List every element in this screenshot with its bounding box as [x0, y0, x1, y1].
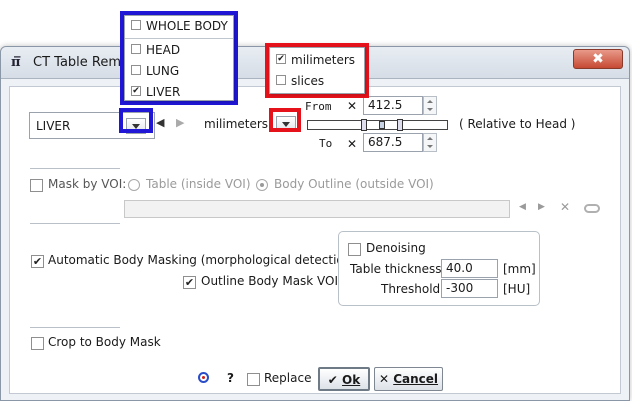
units-option-checkbox: ✔: [276, 54, 286, 64]
window-title: CT Table Rem: [33, 55, 122, 70]
units-label: milimeters: [204, 117, 269, 131]
to-label: To: [319, 137, 333, 150]
cancel-button[interactable]: ✕ Cancel: [374, 367, 443, 391]
outline-body-mask-checkbox[interactable]: ✔: [183, 276, 196, 289]
voi-previous-icon[interactable]: ◀︎: [519, 202, 526, 212]
ok-button[interactable]: ✔ Ok: [318, 367, 370, 391]
units-popup-menu: ✔ milimeters slices: [269, 47, 365, 94]
region-option-checkbox: [131, 44, 141, 54]
table-thickness-unit: [mm]: [503, 262, 536, 276]
denoising-label: Denoising: [366, 241, 426, 255]
app-icon: π̅: [11, 55, 21, 70]
auto-body-masking-checkbox[interactable]: ✔: [31, 255, 44, 268]
units-option-milimeters[interactable]: ✔ milimeters: [270, 50, 364, 71]
from-label: From: [305, 100, 332, 113]
region-option-whole-body[interactable]: WHOLE BODY: [125, 16, 233, 37]
range-slider[interactable]: [307, 119, 448, 131]
voi-link-icon[interactable]: [584, 204, 600, 213]
help-icon[interactable]: ?: [227, 371, 234, 385]
units-option-slices[interactable]: slices: [270, 71, 364, 92]
region-option-liver[interactable]: ✔ LIVER: [125, 82, 233, 103]
region-option-checkbox: [131, 65, 141, 75]
separator-3: [30, 327, 120, 328]
voi-path-field[interactable]: [124, 200, 510, 218]
crop-to-body-mask-label: Crop to Body Mask: [48, 335, 161, 349]
region-option-lung[interactable]: LUNG: [125, 61, 233, 82]
units-option-label: milimeters: [291, 53, 356, 67]
region-option-head[interactable]: HEAD: [125, 40, 233, 61]
table-inside-voi-radio[interactable]: [128, 179, 140, 191]
region-combo-value: LIVER: [36, 119, 71, 133]
from-value-field[interactable]: 412.5: [363, 96, 423, 115]
threshold-unit: [HU]: [503, 282, 531, 296]
ok-check-icon: ✔: [327, 373, 338, 387]
region-option-label: HEAD: [146, 43, 181, 57]
table-thickness-label: Table thickness: [350, 262, 442, 276]
auto-body-masking-label: Automatic Body Masking (morphological de…: [48, 253, 357, 267]
settings-target-icon[interactable]: [198, 372, 209, 383]
threshold-label: Threshold: [381, 282, 441, 296]
ct-table-removal-dialog: π̅ CT Table Rem ✖ LIVER ◀︎ ▶︎ milimeters…: [0, 46, 630, 401]
to-spinner[interactable]: [423, 133, 437, 152]
outline-body-mask-label: Outline Body Mask VOI: [201, 274, 339, 288]
cancel-x-icon: ✕: [378, 372, 390, 386]
region-option-checkbox: ✔: [131, 86, 141, 96]
region-arrow-highlight: [119, 108, 153, 133]
separator-1: [30, 168, 120, 169]
table-thickness-field[interactable]: 40.0: [441, 259, 498, 278]
clear-to-icon[interactable]: ✕: [347, 137, 357, 151]
cancel-label: Cancel: [393, 372, 439, 386]
previous-region-icon[interactable]: ◀︎: [156, 116, 164, 129]
clear-from-icon[interactable]: ✕: [347, 99, 357, 113]
mask-by-voi-label: Mask by VOI:: [48, 177, 127, 191]
region-option-checkbox: [131, 20, 141, 30]
replace-label: Replace: [264, 371, 312, 385]
from-spinner[interactable]: [423, 96, 437, 115]
mask-by-voi-checkbox[interactable]: [30, 179, 43, 192]
units-option-checkbox: [276, 75, 286, 85]
popup-divider: [125, 38, 233, 39]
ok-label: Ok: [342, 373, 361, 387]
next-region-icon[interactable]: ▶︎: [176, 116, 184, 129]
denoising-checkbox[interactable]: [348, 243, 361, 256]
body-outline-label: Body Outline (outside VOI): [274, 177, 434, 191]
table-inside-voi-label: Table (inside VOI): [146, 177, 251, 191]
region-popup-menu: WHOLE BODY HEAD LUNG ✔ LIVER: [124, 15, 234, 101]
range-slider-center-handle[interactable]: [379, 121, 385, 129]
region-option-label: LIVER: [146, 85, 181, 99]
close-window-button[interactable]: ✖: [573, 49, 623, 69]
replace-checkbox[interactable]: [247, 373, 260, 386]
separator-2: [30, 223, 120, 224]
dialog-content: LIVER ◀︎ ▶︎ milimeters From ✕ 412.5 To ✕…: [9, 86, 621, 394]
units-arrow-highlight: [269, 108, 301, 132]
units-option-label: slices: [291, 74, 325, 88]
body-outline-radio[interactable]: [256, 179, 268, 191]
to-value-field[interactable]: 687.5: [363, 133, 423, 152]
voi-clear-icon[interactable]: ✕: [560, 200, 570, 214]
voi-next-icon[interactable]: ▶︎: [538, 202, 545, 212]
crop-to-body-mask-checkbox[interactable]: [31, 337, 44, 350]
region-option-label: LUNG: [146, 64, 180, 78]
relative-to-head-label: ( Relative to Head ): [459, 117, 576, 131]
threshold-field[interactable]: -300: [441, 279, 498, 298]
region-option-label: WHOLE BODY: [146, 19, 228, 33]
range-slider-handle-end[interactable]: [397, 119, 403, 131]
range-slider-handle-start[interactable]: [361, 119, 367, 131]
denoising-panel: Denoising Table thickness 40.0 [mm] Thre…: [338, 231, 540, 306]
